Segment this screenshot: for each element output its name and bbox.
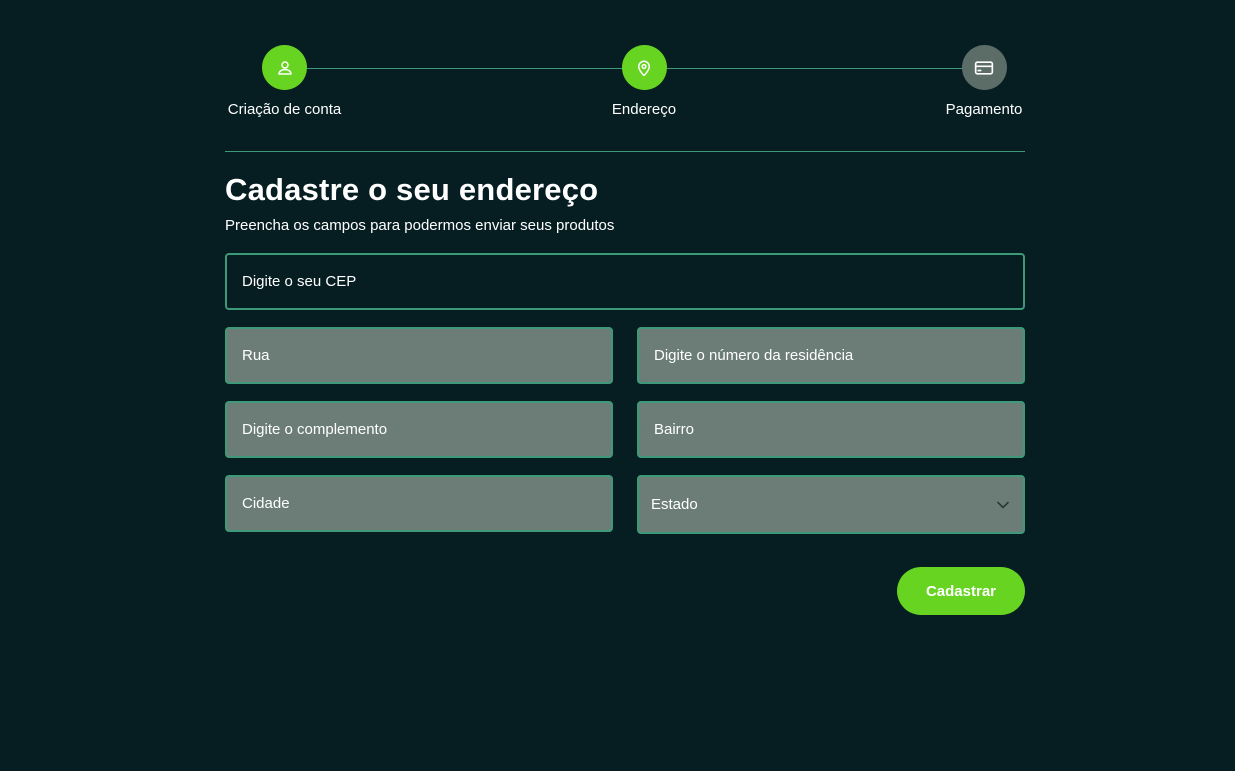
step-payment-label: Pagamento <box>945 101 1023 118</box>
step-address: Endereço <box>611 45 677 118</box>
step-connector-2 <box>667 68 963 69</box>
estado-selected-value: Estado <box>651 496 698 513</box>
bairro-input[interactable]: Bairro <box>637 401 1025 458</box>
page-title: Cadastre o seu endereço <box>225 172 599 207</box>
step-address-label: Endereço <box>611 101 677 118</box>
step-account: Criação de conta <box>225 45 344 118</box>
progress-stepper: Criação de conta Endereço Pagamento <box>225 0 1025 152</box>
map-pin-icon <box>638 60 650 76</box>
bairro-placeholder: Bairro <box>654 421 695 438</box>
rua-placeholder: Rua <box>242 347 270 364</box>
cep-placeholder: Digite o seu CEP <box>242 273 357 290</box>
signup-address-page: Criação de conta Endereço Pagamento Cada… <box>225 0 1025 615</box>
form-actions: Cadastrar <box>225 567 1025 615</box>
chevron-down-icon <box>997 501 1009 508</box>
step-connector-1 <box>307 68 623 69</box>
address-row-1: Rua Digite o número da residência <box>225 327 1025 384</box>
address-row-3: Cidade Estado <box>225 475 1025 534</box>
complemento-placeholder: Digite o complemento <box>242 421 388 438</box>
cadastrar-button[interactable]: Cadastrar <box>897 567 1025 615</box>
step-account-circle <box>262 45 307 90</box>
step-account-label: Criação de conta <box>227 101 342 118</box>
cidade-placeholder: Cidade <box>242 495 290 512</box>
cidade-input[interactable]: Cidade <box>225 475 613 532</box>
credit-card-icon <box>974 60 994 75</box>
user-icon <box>277 60 292 75</box>
cep-input[interactable]: Digite o seu CEP <box>225 253 1025 310</box>
numero-placeholder: Digite o número da residência <box>654 347 854 364</box>
page-subtitle: Preencha os campos para podermos enviar … <box>225 217 615 234</box>
address-row-2: Digite o complemento Bairro <box>225 401 1025 458</box>
numero-input[interactable]: Digite o número da residência <box>637 327 1025 384</box>
estado-select[interactable]: Estado <box>637 475 1025 534</box>
complemento-input[interactable]: Digite o complemento <box>225 401 613 458</box>
step-address-circle <box>621 45 667 90</box>
step-payment: Pagamento <box>943 45 1025 118</box>
step-payment-circle <box>961 45 1007 90</box>
rua-input[interactable]: Rua <box>225 327 613 384</box>
